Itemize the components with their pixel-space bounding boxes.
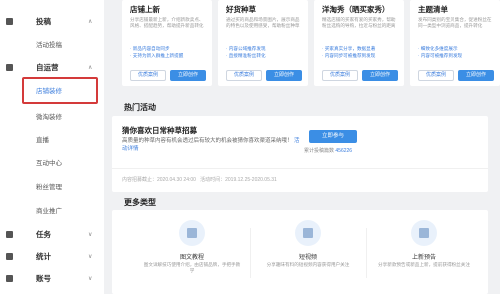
card-description: 分享店铺最新上新，介绍新款卖点、风格、搭配趋势，帮助提升新品转化 <box>130 17 204 28</box>
card-bullet: · 买家真实分享，数据显著 <box>322 46 376 51</box>
video-icon <box>295 220 321 246</box>
chevron-down-icon: ∨ <box>88 231 93 238</box>
type-card-article[interactable]: 图文教程 图文详解技巧使用介绍，由店铺品牌，手把手教学 <box>142 216 242 294</box>
sidebar-item-weitao-decoration[interactable]: 微淘装修 <box>0 107 104 125</box>
sidebar-item-label: 微淘装修 <box>36 114 62 121</box>
sidebar-item-live[interactable]: 直播 <box>0 130 104 148</box>
sidebar-group-posting[interactable]: 投稿 ∧ <box>0 11 104 31</box>
card-description: 精选店铺的买家有爱的买家秀，帮助粉丝选购的导购，拉近与粉丝的距离 <box>322 17 396 28</box>
sidebar-item-label: 直播 <box>36 137 49 144</box>
divider <box>250 228 251 278</box>
task-icon <box>6 230 13 238</box>
card-bullet: · 新品内容自动同步 <box>130 46 170 51</box>
post-count-value: 456226 <box>335 148 353 154</box>
type-title: 图文教程 <box>179 255 204 261</box>
sidebar: 投稿 ∧ 活动投稿 自运营 ∧ 店铺装修 微淘装修 直播 互动中心 粉丝管理 商… <box>0 0 104 294</box>
type-description: 图文详解技巧使用介绍，由店铺品牌，手把手教学 <box>143 262 241 273</box>
card-buyer-show: 洋淘秀（晒买家秀） 精选店铺的买家有爱的买家秀，帮助粉丝选购的导购，拉近与粉丝的… <box>314 0 404 86</box>
sidebar-item-label: 商业推广 <box>36 208 62 215</box>
more-types-title: 更多类型 <box>124 198 156 207</box>
type-description: 分享新款预告或新品上新，提前获得粉丝关注 <box>378 262 470 267</box>
sidebar-group-account[interactable]: 账号 ∨ <box>0 268 104 288</box>
create-now-button[interactable]: 立即创作 <box>170 70 206 81</box>
activity-description-text: 高质量的种草内容有机会透过后有较大的机会被猜你喜欢渠道采纳哦！ <box>122 138 293 144</box>
hot-activities-title: 热门活动 <box>124 103 156 112</box>
chevron-down-icon: ∨ <box>88 253 93 260</box>
chevron-up-icon: ∧ <box>88 64 93 71</box>
sidebar-group-label: 账号 <box>36 273 51 283</box>
activity-title: 猜你喜欢日常种草招募 <box>122 126 197 135</box>
card-bullet: · 支持为新入群推上新提醒 <box>130 53 184 58</box>
card-title: 店铺上新 <box>130 5 160 14</box>
sidebar-group-label: 任务 <box>36 229 51 239</box>
sidebar-item-interaction-center[interactable]: 互动中心 <box>0 153 104 171</box>
card-good-items: 好货种草 通过买的商品和场景图片，展示商品的特色以及使用感受，帮助粉丝种草 · … <box>218 0 308 86</box>
deadline-text: 内容招募截止：2020.04.30 24:00 <box>122 177 196 183</box>
card-description: 通过买的商品和场景图片，展示商品的特色以及使用感受，帮助粉丝种草 <box>226 17 300 28</box>
period-text: 活动时间：2019.12.25-2020.05.31 <box>200 177 277 183</box>
highlight-box <box>22 77 98 104</box>
post-count-label: 累计投稿篇数 <box>304 148 335 154</box>
sidebar-group-label: 统计 <box>36 251 51 261</box>
divider <box>112 168 488 169</box>
card-bullet: · 直接精准粉丝转化 <box>226 53 266 58</box>
quality-case-button[interactable]: 优质案例 <box>226 70 262 81</box>
sidebar-item-label: 粉丝管理 <box>36 184 62 191</box>
quality-case-button[interactable]: 优质案例 <box>418 70 454 81</box>
create-now-button[interactable]: 立即创作 <box>362 70 398 81</box>
card-title: 洋淘秀（晒买家秀） <box>322 5 390 14</box>
card-bullet: · 内容同步可被推荐到发现 <box>322 53 376 58</box>
card-title: 主题清单 <box>418 5 448 14</box>
sidebar-group-label: 投稿 <box>36 16 51 26</box>
join-now-button[interactable]: 立即参与 <box>309 130 357 143</box>
chart-icon <box>6 252 13 260</box>
create-now-button[interactable]: 立即创作 <box>266 70 302 81</box>
document-icon <box>6 17 13 25</box>
sidebar-group-self-operation[interactable]: 自运营 ∧ <box>0 57 104 77</box>
card-bullet: · 内容可被推荐到发现 <box>418 53 463 58</box>
post-count: 累计投稿篇数 456226 <box>304 147 352 154</box>
quality-case-button[interactable]: 优质案例 <box>322 70 358 81</box>
more-types-panel: 图文教程 图文详解技巧使用介绍，由店铺品牌，手把手教学 短视频 分享趣味有料的短… <box>112 210 488 294</box>
type-title: 上新预告 <box>411 255 436 261</box>
sidebar-group-stats[interactable]: 统计 ∨ <box>0 246 104 266</box>
sidebar-group-tasks[interactable]: 任务 ∨ <box>0 224 104 244</box>
divider <box>366 228 367 278</box>
sidebar-item-label: 互动中心 <box>36 160 62 167</box>
sidebar-item-label: 活动投稿 <box>36 42 62 49</box>
activity-description: 高质量的种草内容有机会透过后有较大的机会被猜你喜欢渠道采纳哦！ 活动详情 <box>122 138 302 153</box>
article-icon <box>179 220 205 246</box>
type-description: 分享趣味有料的短视频内容获得用户关注 <box>266 262 350 267</box>
card-title: 好货种草 <box>226 5 256 14</box>
hot-activity-panel: 猜你喜欢日常种草招募 高质量的种草内容有机会透过后有较大的机会被猜你喜欢渠道采纳… <box>112 116 488 192</box>
card-description: 发布同类别的宝贝集合，促进粉丝在同一类型中浏览商品，提升转化 <box>418 17 492 28</box>
activity-dates: 内容招募截止：2020.04.30 24:00 活动时间：2019.12.25-… <box>122 176 277 183</box>
sidebar-item-activity-posting[interactable]: 活动投稿 <box>0 35 104 53</box>
calendar-icon <box>411 220 437 246</box>
type-title: 短视频 <box>298 255 317 261</box>
sidebar-group-label: 自运营 <box>36 62 59 72</box>
card-bullet: · 内容公域推荐发现 <box>226 46 266 51</box>
card-bullet: · 细致化多维度展示 <box>418 46 458 51</box>
main-content: 店铺上新 分享店铺最新上新，介绍新款卖点、风格、搭配趋势，帮助提升新品转化 · … <box>104 0 500 294</box>
card-theme-list: 主题清单 发布同类别的宝贝集合，促进粉丝在同一类型中浏览商品，提升转化 · 细致… <box>410 0 500 86</box>
megaphone-icon <box>6 63 13 71</box>
card-store-new: 店铺上新 分享店铺最新上新，介绍新款卖点、风格、搭配趋势，帮助提升新品转化 · … <box>122 0 212 86</box>
type-card-video[interactable]: 短视频 分享趣味有料的短视频内容获得用户关注 <box>258 216 358 294</box>
quality-case-button[interactable]: 优质案例 <box>130 70 166 81</box>
chevron-up-icon: ∧ <box>88 18 93 25</box>
sidebar-item-business-promotion[interactable]: 商业推广 <box>0 201 104 219</box>
chevron-down-icon: ∨ <box>88 275 93 282</box>
create-now-button[interactable]: 立即创作 <box>458 70 494 81</box>
sidebar-item-fan-management[interactable]: 粉丝管理 <box>0 177 104 195</box>
user-icon <box>6 274 13 282</box>
type-card-preview[interactable]: 上新预告 分享新款预告或新品上新，提前获得粉丝关注 <box>374 216 474 294</box>
